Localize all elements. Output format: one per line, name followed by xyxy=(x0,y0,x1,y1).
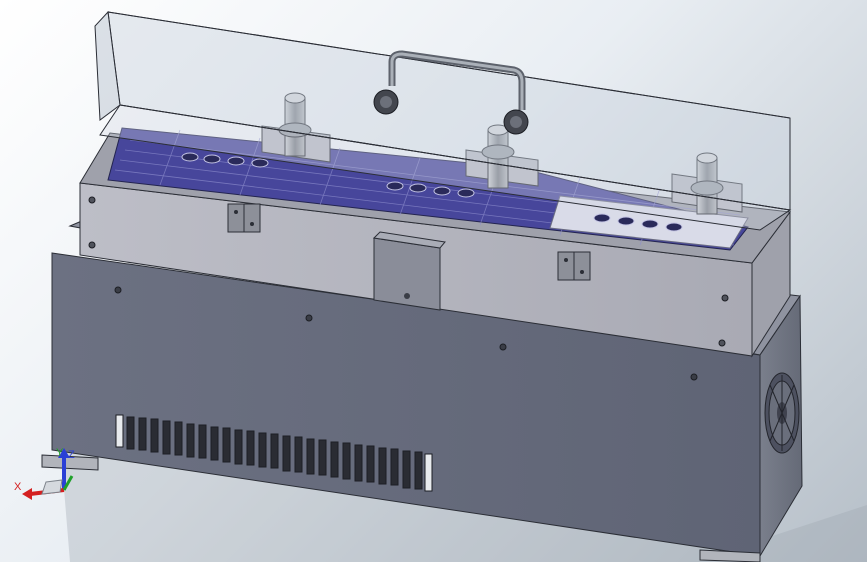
z-axis-label: Z xyxy=(68,449,75,461)
y-axis-label: Y xyxy=(56,447,64,459)
x-axis-label: X xyxy=(14,481,22,493)
x-axis-head xyxy=(22,488,32,500)
hinge-right xyxy=(557,251,591,281)
orientation-triad[interactable]: X Z Y xyxy=(12,446,82,506)
latch-screw xyxy=(404,293,410,299)
cad-model xyxy=(41,10,867,562)
latch-plate xyxy=(373,237,441,311)
triad-plane xyxy=(41,479,63,495)
fan-icon xyxy=(764,372,800,454)
hinge-left xyxy=(227,203,261,233)
3d-viewport[interactable]: X Z Y xyxy=(0,0,867,562)
